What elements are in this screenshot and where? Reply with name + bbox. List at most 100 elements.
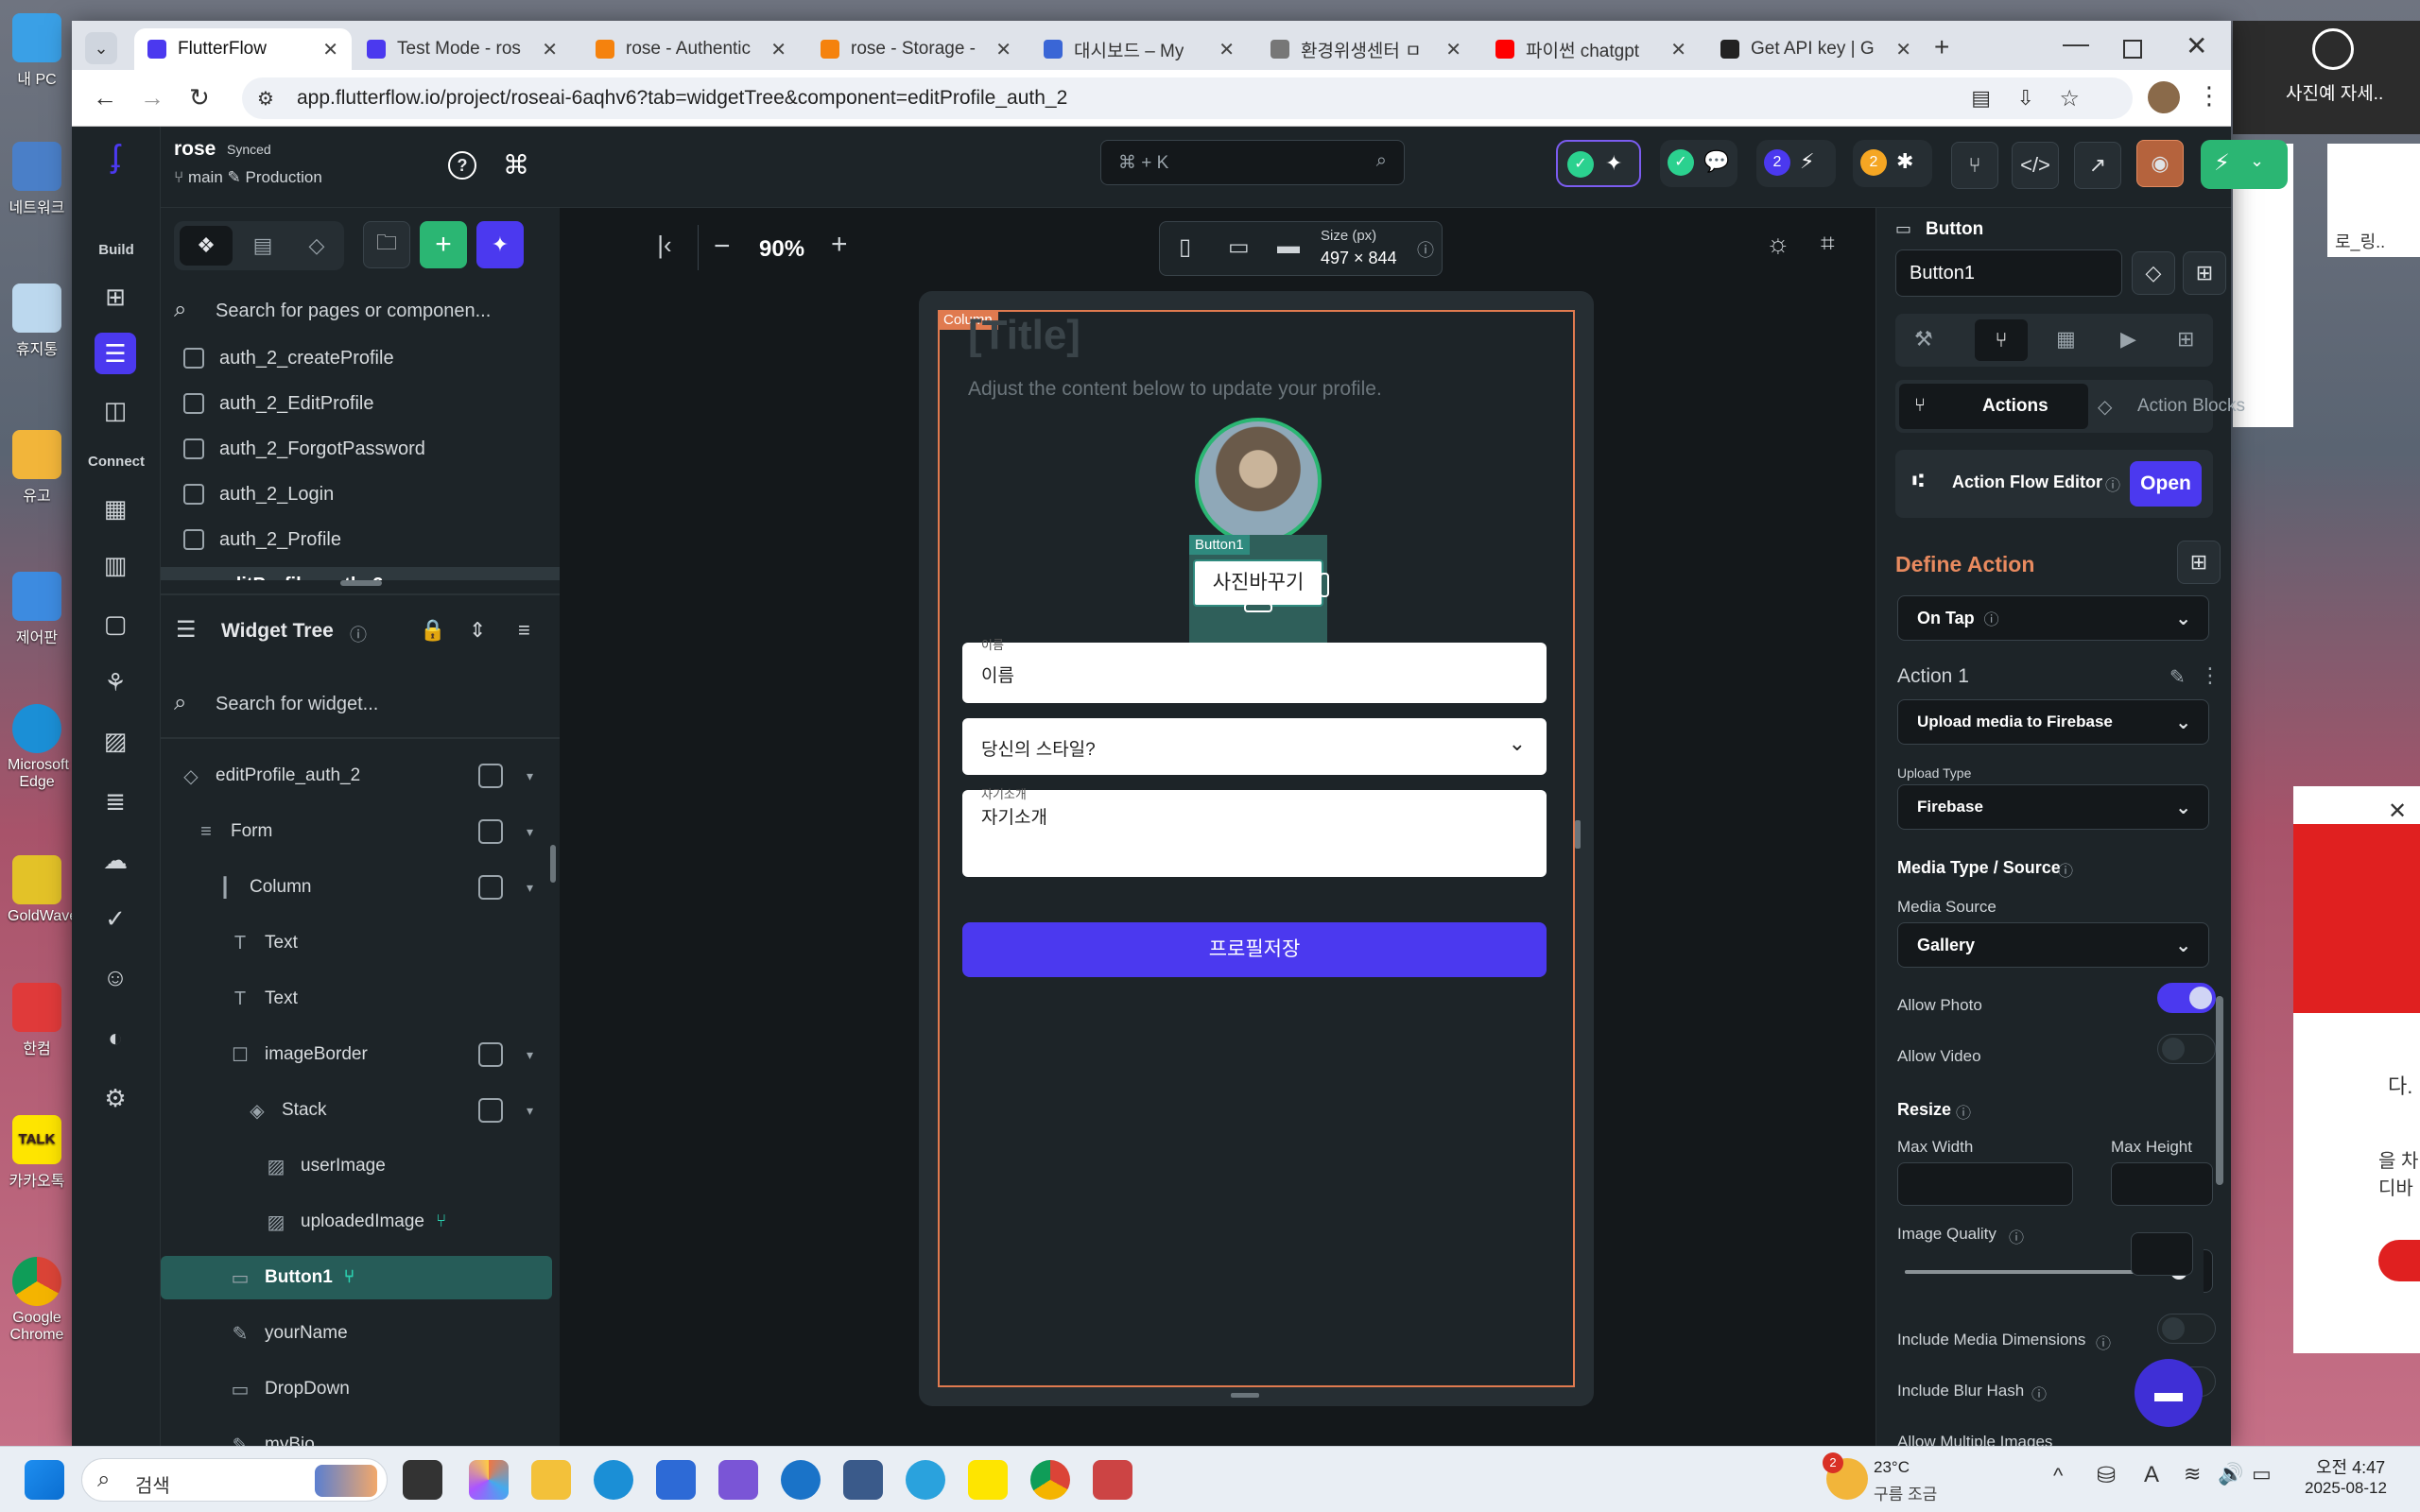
animations-icon[interactable]: ▶ bbox=[2120, 327, 2136, 352]
browser-tab[interactable]: 환경위생센터 ㅁ ✕ bbox=[1257, 28, 1475, 70]
telegram-icon[interactable] bbox=[906, 1460, 945, 1500]
more-tab-icon[interactable]: ⊞ bbox=[2177, 327, 2194, 352]
browser-tab[interactable]: rose - Authentic ✕ bbox=[582, 28, 800, 70]
app-state-icon[interactable]: ▥ bbox=[95, 544, 136, 586]
flutterflow-logo-icon[interactable]: ʄ bbox=[95, 136, 136, 178]
add-child-icon[interactable] bbox=[478, 819, 503, 844]
close-icon[interactable]: ✕ bbox=[2388, 798, 2407, 825]
max-height-input[interactable] bbox=[2111, 1162, 2213, 1206]
column-widget[interactable]: Column [Title] Adjust the content below … bbox=[938, 310, 1575, 1387]
caret-down-icon[interactable]: ▾ bbox=[527, 880, 533, 896]
theme-settings-icon[interactable]: ◐ bbox=[95, 1017, 136, 1058]
widget-tree-item[interactable]: ≡ Form ▾ bbox=[161, 810, 552, 853]
backend-query-icon[interactable]: ▦ bbox=[2056, 327, 2076, 352]
close-tab-icon[interactable]: ✕ bbox=[542, 38, 558, 61]
profile-avatar[interactable] bbox=[2148, 81, 2180, 113]
new-folder-icon[interactable]: 🗀 bbox=[363, 221, 410, 268]
tray-app-icon[interactable]: ⛁ bbox=[2097, 1462, 2116, 1489]
widget-tree-item[interactable]: ◈ Stack ▾ bbox=[161, 1089, 552, 1132]
properties-tab-icon[interactable]: ⚒ bbox=[1914, 327, 1933, 352]
desktop-icon-control-panel[interactable]: 제어판 bbox=[8, 572, 66, 647]
scrollbar[interactable] bbox=[550, 845, 556, 883]
info-icon[interactable]: ⓘ bbox=[2009, 1225, 2024, 1247]
errors-button[interactable]: 2 ✱ bbox=[1853, 140, 1932, 187]
close-tab-icon[interactable]: ✕ bbox=[995, 38, 1011, 61]
install-app-icon[interactable]: ⇩ bbox=[2017, 86, 2034, 111]
task-view-icon[interactable] bbox=[403, 1460, 442, 1500]
back-icon[interactable]: ← bbox=[93, 83, 117, 112]
add-page-button[interactable]: + bbox=[420, 221, 467, 268]
desktop-icon-network[interactable]: 네트워크 bbox=[8, 142, 66, 217]
command-search[interactable]: ⌘ + K ⌕ bbox=[1100, 140, 1405, 185]
title-text[interactable]: [Title] bbox=[968, 312, 1080, 359]
caret-down-icon[interactable]: ▾ bbox=[527, 768, 533, 784]
clipboard-icon[interactable]: ▤ bbox=[1971, 86, 1991, 111]
widget-search-input[interactable]: ⌕ Search for widget... bbox=[174, 680, 548, 728]
edit-icon[interactable]: ✎ bbox=[2169, 665, 2186, 689]
browser-tab[interactable]: rose - Storage - ✕ bbox=[807, 28, 1025, 70]
page-list-item[interactable]: auth_2_EditProfile bbox=[183, 386, 373, 421]
resize-handle[interactable] bbox=[340, 580, 382, 586]
save-profile-button[interactable]: 프로필저장 bbox=[962, 922, 1547, 977]
caret-down-icon[interactable]: ▾ bbox=[527, 1103, 533, 1119]
max-width-input[interactable] bbox=[1897, 1162, 2073, 1206]
resize-handle[interactable] bbox=[1575, 820, 1581, 849]
image-quality-input[interactable] bbox=[2131, 1232, 2193, 1276]
app-icon[interactable] bbox=[718, 1460, 758, 1500]
windows-start-icon[interactable] bbox=[25, 1460, 64, 1500]
info-icon[interactable]: ⓘ bbox=[2031, 1382, 2047, 1404]
widget-name-input[interactable]: Button1 bbox=[1895, 249, 2122, 297]
media-assets-icon[interactable]: ▨ bbox=[95, 720, 136, 762]
allow-photo-toggle[interactable] bbox=[2157, 983, 2216, 1013]
pages-tab-icon[interactable]: ❖ bbox=[180, 226, 233, 266]
close-window-button[interactable]: ✕ bbox=[2186, 30, 2207, 61]
resize-handle[interactable] bbox=[1231, 1393, 1259, 1398]
app3-icon[interactable] bbox=[843, 1460, 883, 1500]
change-photo-button[interactable]: 사진바꾸기 bbox=[1193, 559, 1323, 607]
ai-gen-icon[interactable]: ✦ bbox=[476, 221, 524, 268]
caret-down-icon[interactable]: ▾ bbox=[527, 1047, 533, 1063]
site-settings-icon[interactable]: ⚙ bbox=[257, 87, 274, 111]
chevron-up-icon[interactable]: ^ bbox=[2053, 1464, 2063, 1488]
widget-tree-icon[interactable]: ☰ bbox=[95, 333, 136, 374]
reload-icon[interactable]: ↻ bbox=[189, 83, 210, 112]
page-search-input[interactable]: ⌕ Search for pages or componen... bbox=[174, 287, 548, 335]
sync-status-button[interactable]: ✓ ✦ bbox=[1556, 140, 1641, 187]
desktop-icon-user[interactable]: 유고 bbox=[8, 430, 66, 506]
new-tab-button[interactable]: + bbox=[1934, 32, 1949, 62]
browser-tab[interactable]: FlutterFlow ✕ bbox=[134, 28, 352, 70]
name-field[interactable]: 이름 이름 bbox=[962, 638, 1547, 703]
trigger-dropdown[interactable]: On Tap ⓘ ⌄ bbox=[1897, 595, 2209, 641]
share-icon[interactable]: ↗ bbox=[2074, 142, 2121, 189]
copilot-icon[interactable] bbox=[469, 1460, 509, 1500]
media-source-dropdown[interactable]: Gallery ⌄ bbox=[1897, 922, 2209, 968]
browser-tab[interactable]: 대시보드 – My ✕ bbox=[1030, 28, 1248, 70]
components-tab-icon[interactable]: ▤ bbox=[236, 226, 289, 266]
run-button[interactable]: ⚡ ⌄ bbox=[2201, 140, 2288, 189]
add-child-icon[interactable] bbox=[478, 875, 503, 900]
settings-gear-icon[interactable]: ⚙ bbox=[95, 1077, 136, 1119]
url-field[interactable]: ⚙ app.flutterflow.io/project/roseai-6aqh… bbox=[242, 77, 2133, 119]
forward-icon[interactable]: → bbox=[140, 83, 164, 112]
subtitle-text[interactable]: Adjust the content below to update your … bbox=[968, 378, 1382, 401]
app2-icon[interactable] bbox=[781, 1460, 821, 1500]
taskbar-search[interactable]: ⌕ 검색 bbox=[81, 1458, 388, 1502]
zoom-in-icon[interactable]: + bbox=[831, 229, 848, 261]
info-icon[interactable]: ⓘ bbox=[2096, 1331, 2111, 1353]
close-tab-icon[interactable]: ✕ bbox=[322, 38, 338, 61]
widget-tree-item[interactable]: ▭ DropDown bbox=[161, 1367, 552, 1411]
add-child-icon[interactable] bbox=[478, 764, 503, 788]
light-mode-icon[interactable]: ☼ bbox=[1766, 229, 1790, 259]
phone-icon[interactable]: ▯ bbox=[1179, 233, 1191, 261]
minimize-button[interactable]: — bbox=[2063, 28, 2089, 59]
preview-eye-icon[interactable]: ◉ bbox=[2136, 140, 2184, 187]
allow-video-toggle[interactable] bbox=[2157, 1034, 2216, 1064]
caret-down-icon[interactable]: ▾ bbox=[527, 824, 533, 840]
lock-icon[interactable]: 🔒 bbox=[420, 618, 445, 643]
add-child-icon[interactable] bbox=[478, 1098, 503, 1123]
info-icon[interactable]: ⓘ bbox=[2105, 472, 2120, 495]
battery-icon[interactable]: ▭ bbox=[2252, 1462, 2272, 1486]
scrollbar[interactable] bbox=[2216, 996, 2223, 1185]
desktop-icon-hancom[interactable]: 한컴 bbox=[8, 983, 66, 1058]
cloud-functions-icon[interactable]: ☁ bbox=[95, 839, 136, 881]
